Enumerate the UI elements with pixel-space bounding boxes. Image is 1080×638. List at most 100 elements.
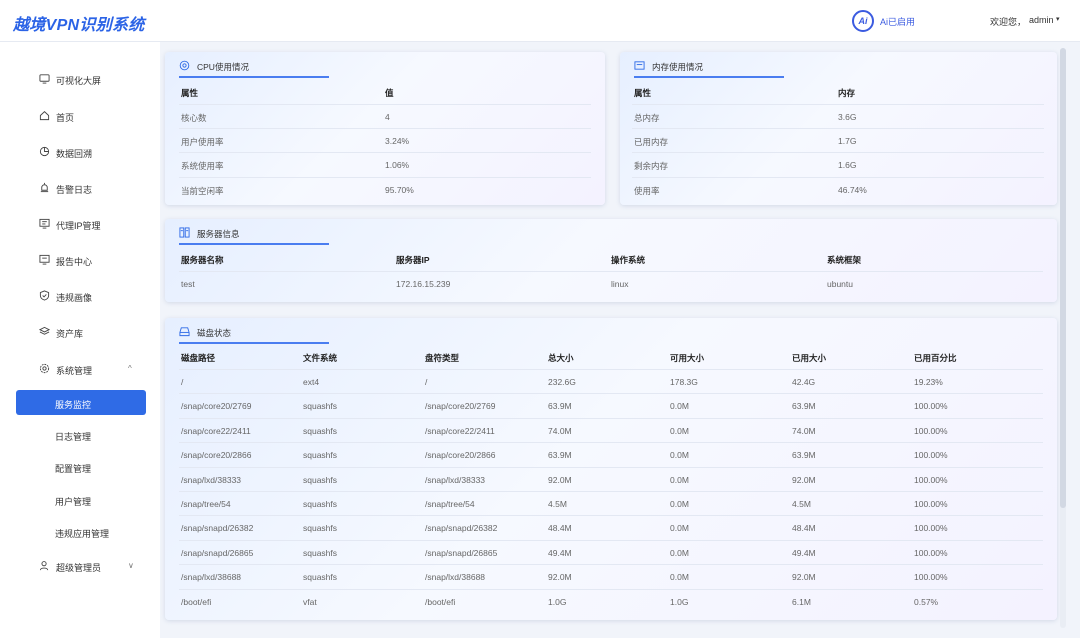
- table-header: 总大小: [548, 353, 574, 363]
- table-cell: 4.5M: [792, 499, 811, 509]
- table-cell: /snap/core20/2866: [181, 450, 252, 461]
- alarm-icon: [38, 182, 50, 194]
- table-cell: /snap/snapd/26382: [181, 523, 254, 534]
- row-divider: [632, 177, 1044, 178]
- sidebar-item-violation-profile[interactable]: 违规画像: [0, 283, 160, 309]
- table-cell: 46.74%: [838, 185, 867, 195]
- table-cell: 0.0M: [670, 401, 689, 412]
- sidebar-item-label: 数据回溯: [56, 149, 93, 159]
- table-cell: 4: [385, 112, 390, 122]
- table-cell: squashfs: [303, 523, 338, 534]
- table-cell: 100.00%: [914, 499, 948, 509]
- table-cell: 0.0M: [670, 523, 689, 534]
- sidebar-sub-log-management[interactable]: 日志管理: [16, 422, 146, 447]
- table-cell: /snap/tree/54: [181, 499, 231, 509]
- table-cell: 0.0M: [670, 499, 689, 509]
- caret-down-icon[interactable]: ▾: [1056, 15, 1060, 23]
- sidebar-sub-service-monitor[interactable]: 服务监控: [16, 390, 146, 415]
- table-cell: squashfs: [303, 425, 338, 436]
- table-cell: /snap/core22/2411: [425, 425, 495, 436]
- sidebar-sub-label: 违规应用管理: [55, 529, 110, 539]
- table-cell: 92.0M: [548, 572, 572, 583]
- card-title-underline: [634, 76, 784, 78]
- sidebar-item-alarm-log[interactable]: 告警日志: [0, 175, 160, 201]
- sidebar-item-proxy-ip[interactable]: 代理IP管理: [0, 211, 160, 237]
- table-cell: 0.57%: [914, 596, 939, 607]
- table-header: 服务器IP: [396, 255, 430, 265]
- table-cell: squashfs: [303, 572, 338, 583]
- row-divider: [179, 564, 1043, 566]
- row-divider: [179, 515, 1043, 517]
- proxy-monitor-icon: [38, 218, 50, 230]
- row-divider: [632, 104, 1044, 105]
- table-header: 属性: [634, 88, 652, 98]
- card-title-underline: [179, 76, 329, 78]
- shield-icon: [38, 290, 50, 302]
- user-menu[interactable]: admin: [1029, 15, 1054, 25]
- sidebar-item-label: 首页: [56, 113, 75, 123]
- sidebar-item-asset-library[interactable]: 资产库: [0, 319, 160, 345]
- table-cell: 已用内存: [634, 137, 669, 147]
- sidebar-sub-label: 服务监控: [55, 400, 92, 410]
- row-divider: [179, 466, 1043, 468]
- row-divider: [179, 177, 591, 178]
- table-cell: 0.0M: [670, 547, 689, 558]
- table-cell: 74.0M: [548, 425, 572, 436]
- ai-status[interactable]: Ai已启用: [880, 15, 915, 28]
- row-divider: [632, 152, 1044, 153]
- scrollbar-thumb[interactable]: [1060, 48, 1066, 508]
- sidebar-sub-violation-app[interactable]: 违规应用管理: [16, 519, 146, 544]
- table-header: 文件系统: [303, 353, 338, 363]
- sidebar-item-super-admin[interactable]: 超级管理员 ∨: [0, 553, 160, 579]
- server-info-card: 服务器信息 服务器名称 服务器IP 操作系统 系统框架 test 172.16.…: [165, 219, 1057, 302]
- sidebar-item-dashboard[interactable]: 可视化大屏: [0, 66, 160, 92]
- memory-card-title: 内存使用情况: [652, 62, 704, 72]
- ai-logo-icon[interactable]: Ai: [852, 10, 874, 32]
- table-cell: 63.9M: [792, 401, 816, 412]
- app-title: 越境VPN识别系统: [13, 17, 145, 34]
- sidebar-item-home[interactable]: 首页: [0, 103, 160, 129]
- sidebar-item-data-trace[interactable]: 数据回溯: [0, 139, 160, 165]
- table-cell: 1.7G: [838, 136, 857, 146]
- table-cell: 63.9M: [792, 450, 816, 461]
- sidebar-item-label: 资产库: [56, 329, 84, 339]
- table-cell: 100.00%: [914, 450, 948, 461]
- row-divider: [179, 393, 1043, 395]
- table-cell: 1.6G: [838, 160, 857, 170]
- scrollbar[interactable]: [1060, 48, 1066, 628]
- sidebar-item-label: 告警日志: [56, 185, 93, 195]
- row-divider: [179, 417, 1043, 419]
- sidebar-sub-config-management[interactable]: 配置管理: [16, 454, 146, 479]
- chevron-up-icon: ^: [128, 364, 132, 373]
- cpu-icon: [179, 60, 191, 72]
- disk-status-card: 磁盘状态 磁盘路径 文件系统 盘符类型 总大小 可用大小 已用大小 已用百分比 / ext4 / 2…: [165, 318, 1057, 620]
- sidebar-item-report-center[interactable]: 报告中心: [0, 247, 160, 273]
- table-cell: /snap/core20/2769: [425, 401, 496, 412]
- table-cell: 0.0M: [670, 572, 689, 583]
- table-cell: 63.9M: [548, 401, 572, 412]
- table-cell: /snap/lxd/38333: [425, 474, 486, 485]
- table-cell: 6.1M: [792, 596, 811, 607]
- memory-card: 内存使用情况 属性 内存 总内存 3.6G 已用内存 1.7G 剩余内存 1.6…: [620, 52, 1057, 205]
- row-divider: [179, 152, 591, 153]
- table-cell: /snap/snapd/26382: [425, 523, 498, 534]
- table-cell: 63.9M: [548, 450, 572, 461]
- table-cell: 1.06%: [385, 160, 410, 170]
- table-cell: 100.00%: [914, 572, 948, 583]
- cpu-card-title: CPU使用情况: [197, 62, 249, 72]
- disk-icon: [179, 326, 191, 338]
- row-divider: [632, 128, 1044, 129]
- user-icon: [38, 560, 50, 572]
- settings-icon: [38, 363, 50, 375]
- table-cell: 总内存: [634, 113, 660, 123]
- sidebar-item-system-management[interactable]: 系统管理 ^: [0, 356, 160, 382]
- disk-card-title: 磁盘状态: [197, 328, 232, 338]
- sidebar-item-label: 违规画像: [56, 293, 93, 303]
- sidebar-sub-user-management[interactable]: 用户管理: [16, 487, 146, 512]
- sidebar-item-label: 系统管理: [56, 366, 93, 376]
- sidebar-sub-label: 配置管理: [55, 464, 92, 474]
- table-cell: /snap/snapd/26865: [425, 547, 498, 558]
- table-header: 系统框架: [827, 255, 862, 265]
- table-cell: /boot/efi: [181, 596, 212, 607]
- table-cell: 49.4M: [792, 547, 816, 558]
